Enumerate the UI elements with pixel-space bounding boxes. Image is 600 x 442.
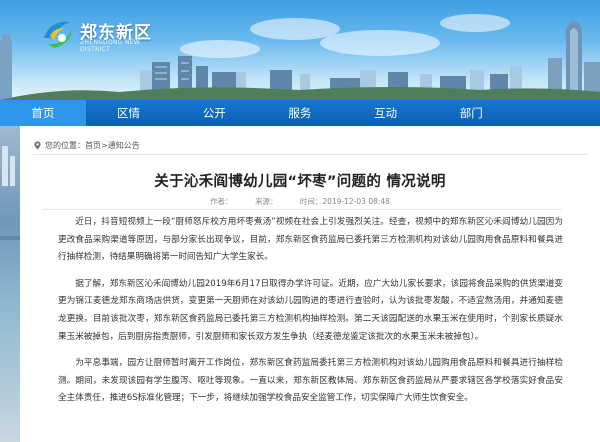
- breadcrumb: 您的位置： 首页 > 通知公告: [33, 140, 140, 151]
- article-paragraph: 据了解，郑东新区沁禾阎博幼儿园2019年6月17日取得办学许可证。近期，应广大幼…: [58, 278, 563, 342]
- nav-item-service[interactable]: 服务: [257, 100, 343, 126]
- article-paragraph: 近日，抖音短视频上一段“厨师怒斥校方用坏枣煮汤”视频在社会上引发强烈关注。经查，…: [58, 217, 563, 263]
- logo-text-en: ZHENGDONG NEW DISTRICT: [80, 39, 141, 53]
- breadcrumb-home-link[interactable]: 首页: [85, 140, 101, 151]
- header-banner: 郑东新区 ZHENGDONG NEW DISTRICT: [0, 0, 600, 100]
- logo-mark-icon: [44, 21, 72, 48]
- side-background-image: [0, 126, 20, 442]
- site-logo[interactable]: 郑东新区 ZHENGDONG NEW DISTRICT: [40, 16, 170, 53]
- building-shape: [2, 146, 8, 186]
- breadcrumb-section-link[interactable]: 通知公告: [108, 140, 140, 151]
- nav-item-public[interactable]: 公开: [171, 100, 257, 126]
- meta-divider: [42, 209, 562, 210]
- article-card: 您的位置： 首页 > 通知公告 关于沁禾阎博幼儿园“坏枣”问题的 情况说明 作者…: [20, 126, 600, 442]
- breadcrumb-separator: >: [101, 141, 108, 150]
- article-title: 关于沁禾阎博幼儿园“坏枣”问题的 情况说明: [154, 174, 446, 190]
- nav-item-departments[interactable]: 部门: [428, 100, 514, 126]
- nav-item-home[interactable]: 首页: [0, 100, 86, 126]
- article-author: 作者：: [210, 197, 233, 206]
- article-paragraph: 为平息事端，园方让厨师暂时离开工作岗位，郑东新区食药监局委托第三方检测机构对该幼…: [58, 358, 563, 404]
- breadcrumb-divider: [33, 154, 588, 155]
- building-shape: [10, 156, 15, 186]
- article-source: 来源：: [254, 197, 278, 206]
- main-nav: 首页 区情 公开 服务 互动 部门: [0, 100, 600, 126]
- river-shape: [0, 236, 20, 240]
- nav-item-interact[interactable]: 互动: [343, 100, 429, 126]
- article-meta: 作者： 来源： 时间：2019-12-03 08:48: [20, 196, 580, 207]
- article-body: 近日，抖音短视频上一段“厨师怒斥校方用坏枣煮汤”视频在社会上引发强烈关注。经查，…: [58, 214, 563, 417]
- breadcrumb-prefix: 您的位置：: [45, 141, 85, 150]
- nav-item-district[interactable]: 区情: [86, 100, 172, 126]
- location-pin-icon: [34, 141, 41, 150]
- article-date: 时间：2019-12-03 08:48: [299, 197, 390, 206]
